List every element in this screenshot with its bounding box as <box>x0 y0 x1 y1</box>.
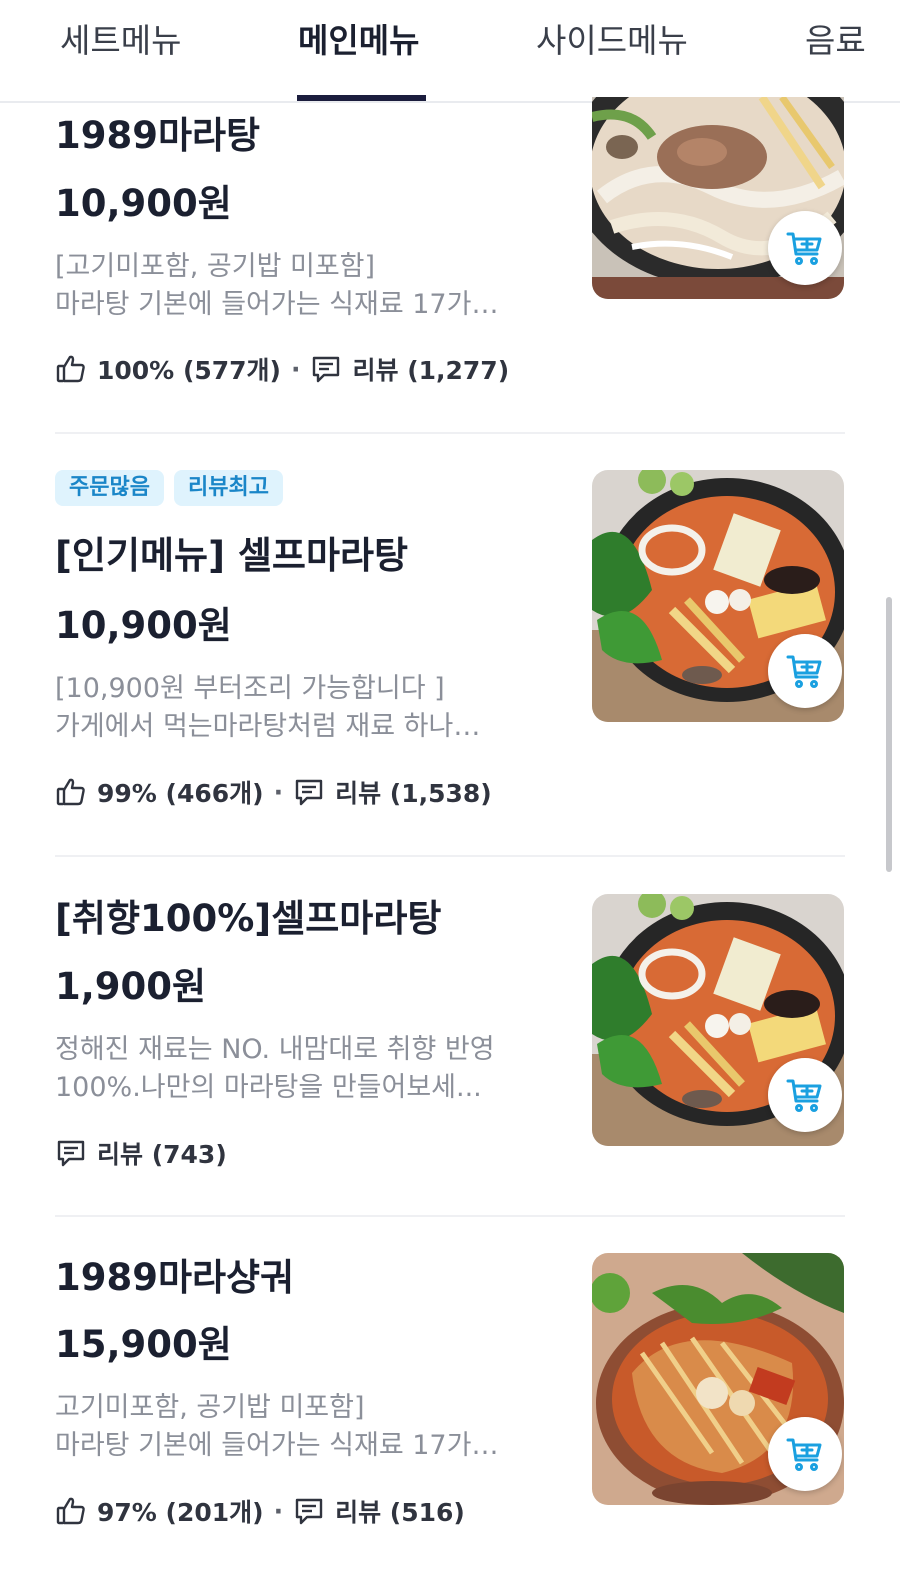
add-to-cart-button[interactable] <box>768 634 842 708</box>
badge-popular-order: 주문많음 <box>55 470 164 506</box>
menu-item-description: [고기미포함, 공기밥 미포함] 마라탕 기본에 들어가는 식재료 17가… <box>55 248 555 324</box>
review-bubble-icon <box>295 1498 323 1525</box>
like-rate: 99% (466개) <box>97 779 264 808</box>
menu-item-title: 1989마라탕 <box>55 114 261 157</box>
menu-item[interactable]: [취향100%]셀프마라탕 1,900원 정해진 재료는 NO. 내맘대로 취향… <box>55 893 845 1215</box>
like-rate: 100% (577개) <box>97 356 281 385</box>
menu-item-photo[interactable] <box>592 470 844 722</box>
add-to-cart-button[interactable] <box>768 1417 842 1491</box>
tab-drinks[interactable]: 음료 <box>805 14 866 68</box>
separator-dot: · <box>290 354 301 384</box>
separator-dot: · <box>273 777 284 807</box>
thumbs-up-icon <box>56 1497 85 1525</box>
like-rate: 97% (201개) <box>97 1498 264 1527</box>
menu-item[interactable]: 주문많음 리뷰최고 [인기메뉴] 셀프마라탕 10,900원 [10,900원 … <box>55 470 845 855</box>
menu-item-photo[interactable] <box>592 1253 844 1505</box>
menu-item-title: [취향100%]셀프마라탕 <box>55 897 442 940</box>
description-line: 고기미포함, 공기밥 미포함] <box>55 1392 365 1423</box>
menu-item-badges: 주문많음 리뷰최고 <box>55 470 293 506</box>
description-line: [고기미포함, 공기밥 미포함] <box>55 251 376 282</box>
review-bubble-icon <box>57 1140 85 1167</box>
menu-item-price: 15,900원 <box>55 1323 232 1366</box>
tab-set-menu[interactable]: 세트메뉴 <box>60 14 181 68</box>
description-line: [10,900원 부터조리 가능합니다 ] <box>55 673 445 704</box>
item-divider <box>55 855 845 857</box>
menu-item-price: 10,900원 <box>55 604 232 647</box>
description-line: 100%.나만의 마라탕을 만들어보세... <box>55 1072 482 1103</box>
cart-add-icon <box>786 655 822 688</box>
item-divider <box>55 1215 845 1217</box>
review-count[interactable]: 리뷰 (516) <box>335 1493 465 1529</box>
tab-side-menu[interactable]: 사이드메뉴 <box>536 14 688 68</box>
add-to-cart-button[interactable] <box>768 1058 842 1132</box>
menu-item-title: [인기메뉴] 셀프마라탕 <box>55 534 409 577</box>
thumbs-up-icon <box>56 778 85 806</box>
menu-item-description: [10,900원 부터조리 가능합니다 ] 가게에서 먹는마라탕처럼 재료 하나… <box>55 670 555 746</box>
active-tab-indicator <box>297 95 426 101</box>
menu-category-tabs: 세트메뉴 메인메뉴 사이드메뉴 음료 <box>0 0 900 103</box>
thumbs-up-icon <box>56 355 85 383</box>
description-line: 마라탕 기본에 들어가는 식재료 17가… <box>55 1430 499 1461</box>
menu-item[interactable]: 1989마라샹궈 15,900원 고기미포함, 공기밥 미포함] 마라탕 기본에… <box>55 1253 845 1569</box>
menu-item[interactable]: 1989마라탕 10,900원 [고기미포함, 공기밥 미포함] 마라탕 기본에… <box>55 97 845 433</box>
menu-item-stats: 리뷰 (743) <box>55 1133 227 1173</box>
scrollbar-thumb[interactable] <box>886 597 892 872</box>
badge-best-review: 리뷰최고 <box>173 470 283 506</box>
description-line: 가게에서 먹는마라탕처럼 재료 하나… <box>55 711 481 742</box>
menu-item-stats: 99% (466개) · 리뷰 (1,538) <box>55 772 492 812</box>
item-divider <box>55 432 845 434</box>
menu-item-price: 10,900원 <box>55 182 232 225</box>
review-count[interactable]: 리뷰 (743) <box>97 1135 227 1171</box>
add-to-cart-button[interactable] <box>768 211 842 285</box>
review-bubble-icon <box>295 779 323 806</box>
review-count[interactable]: 리뷰 (1,277) <box>352 351 509 387</box>
description-line: 정해진 재료는 NO. 내맘대로 취향 반영 <box>55 1034 495 1065</box>
menu-item-title: 1989마라샹궈 <box>55 1256 295 1299</box>
description-line: 마라탕 기본에 들어가는 식재료 17가… <box>55 289 499 320</box>
menu-item-stats: 100% (577개) · 리뷰 (1,277) <box>55 349 509 389</box>
cart-add-icon <box>786 232 822 265</box>
menu-item-photo[interactable] <box>592 894 844 1146</box>
menu-item-photo[interactable] <box>592 97 844 299</box>
tab-main-menu[interactable]: 메인메뉴 <box>298 14 419 68</box>
menu-item-price: 1,900원 <box>55 965 207 1008</box>
menu-item-description: 정해진 재료는 NO. 내맘대로 취향 반영 100%.나만의 마라탕을 만들어… <box>55 1031 555 1107</box>
separator-dot: · <box>273 1496 284 1526</box>
cart-add-icon <box>786 1079 822 1112</box>
review-bubble-icon <box>313 356 340 383</box>
menu-item-stats: 97% (201개) · 리뷰 (516) <box>55 1491 465 1531</box>
review-count[interactable]: 리뷰 (1,538) <box>335 774 492 810</box>
menu-item-description: 고기미포함, 공기밥 미포함] 마라탕 기본에 들어가는 식재료 17가… <box>55 1389 555 1465</box>
cart-add-icon <box>786 1438 822 1471</box>
